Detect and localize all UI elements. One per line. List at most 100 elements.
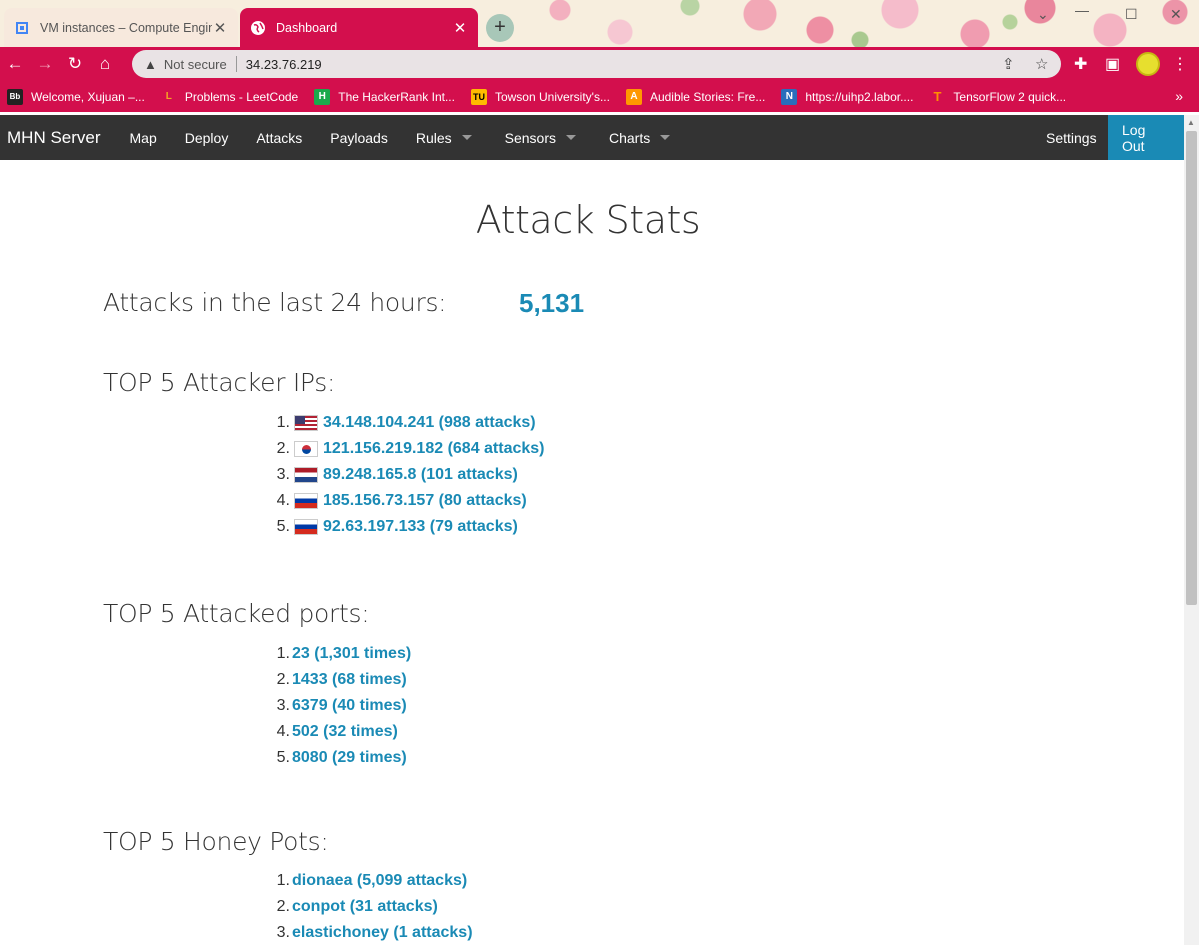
attacker-ip-link[interactable]: 34.148.104.241 (988 attacks) xyxy=(323,414,536,432)
honeypot-link[interactable]: elastichoney (1 attacks) xyxy=(292,924,473,942)
chevron-down-icon[interactable]: ⌄ xyxy=(1037,6,1049,23)
blackboard-icon: Bb xyxy=(7,88,23,105)
top-honeypots-heading: TOP 5 Honey Pots: xyxy=(103,827,329,856)
honeypot-link[interactable]: conpot (31 attacks) xyxy=(292,898,438,916)
tab-title: Dashboard xyxy=(276,20,338,35)
audible-icon: A xyxy=(625,88,642,105)
attacker-ip-link[interactable]: 121.156.219.182 (684 attacks) xyxy=(323,440,545,458)
warning-icon[interactable]: ▲ xyxy=(144,57,157,72)
list-item: 3. 6379 (40 times) xyxy=(262,693,411,719)
star-icon[interactable]: ☆ xyxy=(1035,55,1048,73)
globe-icon xyxy=(251,20,265,35)
window-close-icon[interactable]: ✕ xyxy=(1170,6,1182,23)
bookmark-uihp[interactable]: N https://uihp2.labor.... xyxy=(781,88,914,105)
item-number: 1. xyxy=(276,645,290,662)
bookmark-leetcode[interactable]: L Problems - LeetCode xyxy=(161,89,298,105)
attacker-ip-link[interactable]: 92.63.197.133 (79 attacks) xyxy=(323,518,518,536)
leetcode-icon: L xyxy=(165,91,172,102)
bookmark-label: The HackerRank Int... xyxy=(338,89,455,104)
nav-settings[interactable]: Settings xyxy=(1032,115,1111,160)
list-item: 4. 502 (32 times) xyxy=(262,719,411,745)
item-number: 4. xyxy=(276,492,290,509)
app-navbar: MHN Server Map Deploy Attacks Payloads R… xyxy=(0,115,1184,160)
list-item: 3. 89.248.165.8 (101 attacks) xyxy=(262,462,545,488)
logout-button[interactable]: Log Out xyxy=(1108,115,1184,160)
more-bookmarks-icon[interactable]: » xyxy=(1175,88,1183,104)
new-tab-button[interactable]: + xyxy=(486,14,514,42)
list-item: 2. conpot (31 attacks) xyxy=(262,894,473,920)
bookmark-tensorflow[interactable]: T TensorFlow 2 quick... xyxy=(929,89,1066,105)
scroll-thumb[interactable] xyxy=(1186,131,1197,605)
list-item: 2. 1433 (68 times) xyxy=(262,667,411,693)
extensions-icon[interactable]: ✚ xyxy=(1074,54,1087,74)
port-link[interactable]: 502 (32 times) xyxy=(292,723,398,741)
bookmark-label: TensorFlow 2 quick... xyxy=(953,89,1067,104)
bookmark-hackerrank[interactable]: H The HackerRank Int... xyxy=(314,88,455,105)
item-number: 5. xyxy=(276,749,290,766)
top-honeypots-list: 1. dionaea (5,099 attacks) 2. conpot (31… xyxy=(262,868,473,945)
ru-flag-icon xyxy=(294,519,318,535)
nav-payloads[interactable]: Payloads xyxy=(316,115,402,160)
close-tab-icon[interactable]: ✕ xyxy=(212,19,228,37)
top-ips-list: 1. 34.148.104.241 (988 attacks) 2. 121.1… xyxy=(262,410,545,540)
port-link[interactable]: 6379 (40 times) xyxy=(292,697,407,715)
brand-link[interactable]: MHN Server xyxy=(7,128,101,148)
side-panel-icon[interactable]: ▣ xyxy=(1105,54,1120,74)
maximize-icon[interactable]: ☐ xyxy=(1125,6,1138,23)
caret-down-icon xyxy=(660,135,671,140)
bookmark-audible[interactable]: A Audible Stories: Fre... xyxy=(625,88,766,105)
back-icon[interactable]: ← xyxy=(0,54,30,74)
menu-icon[interactable]: ⋮ xyxy=(1172,54,1188,74)
nav-deploy[interactable]: Deploy xyxy=(171,115,243,160)
item-number: 2. xyxy=(276,440,290,457)
share-icon[interactable]: ⇪ xyxy=(1002,55,1015,73)
nav-sensors[interactable]: Sensors xyxy=(486,115,590,160)
list-item: 1. dionaea (5,099 attacks) xyxy=(262,868,473,894)
item-number: 5. xyxy=(276,518,290,535)
page-scrollbar[interactable]: ▲ xyxy=(1184,115,1199,945)
scroll-up-icon[interactable]: ▲ xyxy=(1187,118,1195,127)
attacker-ip-link[interactable]: 185.156.73.157 (80 attacks) xyxy=(323,492,527,510)
ru-flag-icon xyxy=(294,493,318,509)
page-title: Attack Stats xyxy=(475,198,701,242)
security-status[interactable]: Not secure xyxy=(164,57,227,72)
nav-map[interactable]: Map xyxy=(116,115,171,160)
home-icon[interactable]: ⌂ xyxy=(90,54,120,74)
bookmark-towson[interactable]: TU Towson University's... xyxy=(470,88,610,105)
list-item: 3. elastichoney (1 attacks) xyxy=(262,920,473,945)
nav-attacks[interactable]: Attacks xyxy=(242,115,316,160)
bookmark-label: Problems - LeetCode xyxy=(184,89,299,104)
list-item: 5. 8080 (29 times) xyxy=(262,745,411,771)
item-number: 4. xyxy=(276,723,290,740)
minimize-icon[interactable]: — xyxy=(1075,2,1089,18)
bookmark-label: Welcome, Xujuan –... xyxy=(31,89,145,104)
tab-dashboard[interactable]: Dashboard ✕ xyxy=(240,8,478,47)
bookmark-label: Audible Stories: Fre... xyxy=(649,89,766,104)
page-content: Attack Stats Attacks in the last 24 hour… xyxy=(0,160,1184,945)
item-number: 3. xyxy=(276,924,290,941)
address-bar[interactable]: ▲ Not secure 34.23.76.219 ⇪ ☆ xyxy=(132,50,1061,78)
close-tab-icon[interactable]: ✕ xyxy=(452,19,468,37)
item-number: 2. xyxy=(276,898,290,915)
attacks-24h-label: Attacks in the last 24 hours: xyxy=(103,288,447,317)
kr-flag-icon xyxy=(294,441,318,457)
bookmark-label: https://uihp2.labor.... xyxy=(805,89,914,104)
bookmark-blackboard[interactable]: Bb Welcome, Xujuan –... xyxy=(7,88,145,105)
tab-vm-instances[interactable]: VM instances – Compute Engine ✕ xyxy=(4,8,238,47)
nav-rules[interactable]: Rules xyxy=(402,115,486,160)
honeypot-link[interactable]: dionaea (5,099 attacks) xyxy=(292,872,467,890)
nav-label: Rules xyxy=(415,129,452,146)
attacker-ip-link[interactable]: 89.248.165.8 (101 attacks) xyxy=(323,466,518,484)
port-link[interactable]: 23 (1,301 times) xyxy=(292,645,411,663)
forward-icon[interactable]: → xyxy=(30,54,60,74)
port-link[interactable]: 8080 (29 times) xyxy=(292,749,407,767)
avatar[interactable] xyxy=(1136,52,1160,76)
bookmarks-bar: Bb Welcome, Xujuan –... L Problems - Lee… xyxy=(0,81,1199,112)
item-number: 3. xyxy=(276,466,290,483)
reload-icon[interactable]: ↻ xyxy=(60,54,90,74)
url-text[interactable]: 34.23.76.219 xyxy=(246,57,322,72)
nav-charts[interactable]: Charts xyxy=(590,115,684,160)
list-item: 1. 34.148.104.241 (988 attacks) xyxy=(262,410,545,436)
top-ips-heading: TOP 5 Attacker IPs: xyxy=(103,368,336,397)
port-link[interactable]: 1433 (68 times) xyxy=(292,671,407,689)
